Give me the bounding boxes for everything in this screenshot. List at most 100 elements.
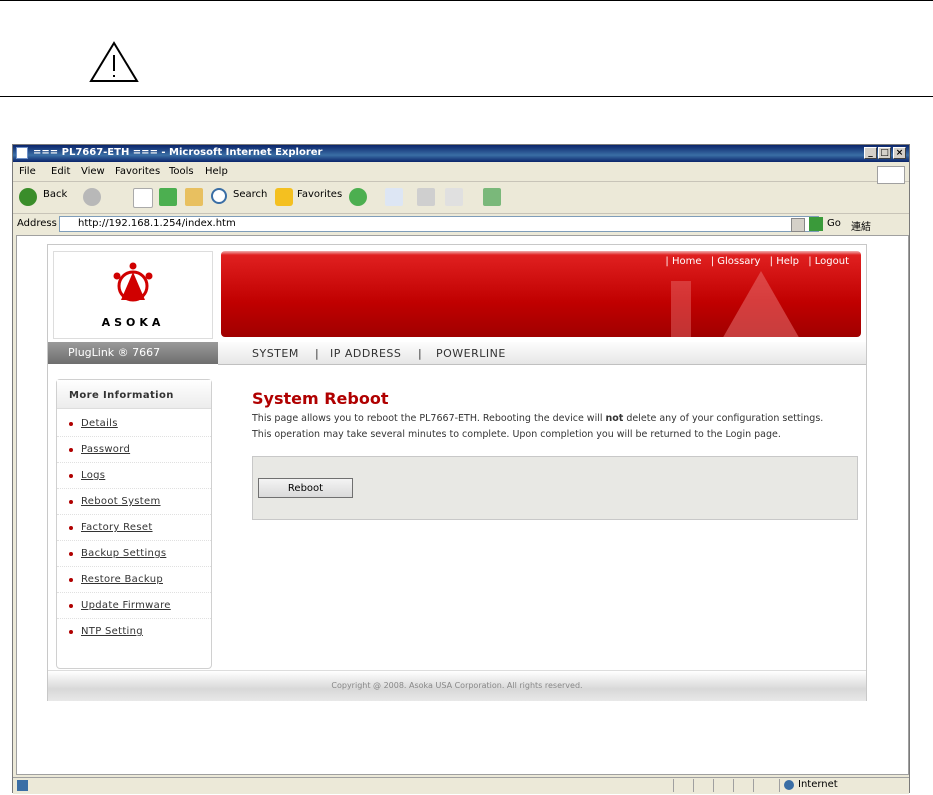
bullet-icon <box>69 526 73 530</box>
go-button[interactable]: Go <box>827 218 841 229</box>
close-button[interactable]: × <box>893 147 906 159</box>
ie-icon <box>16 147 28 159</box>
address-url: http://192.168.1.254/index.htm <box>78 218 236 229</box>
print-icon[interactable] <box>417 188 435 206</box>
status-bar: Internet <box>13 777 909 794</box>
page-title: System Reboot <box>252 389 389 408</box>
stop-icon[interactable] <box>133 188 153 208</box>
sidebar-item-details[interactable]: Details <box>57 410 211 437</box>
back-arrow-icon[interactable] <box>19 188 37 206</box>
nav-separator: | <box>315 347 320 360</box>
mail-icon[interactable] <box>385 188 403 206</box>
menu-edit[interactable]: Edit <box>51 166 70 177</box>
sidebar-item-update-firmware[interactable]: Update Firmware <box>57 592 211 619</box>
edit-icon[interactable] <box>445 188 463 206</box>
history-icon[interactable] <box>349 188 367 206</box>
nav-powerline[interactable]: POWERLINE <box>436 347 506 360</box>
sidebar-link[interactable]: Reboot System <box>81 496 161 507</box>
zone-cell: Internet <box>779 779 906 792</box>
bullet-icon <box>69 422 73 426</box>
banner-watermark <box>671 271 799 337</box>
search-button[interactable]: Search <box>233 189 267 200</box>
product-bar: PlugLink ® 7667 <box>48 342 218 364</box>
status-cell <box>693 779 714 792</box>
links-label[interactable]: 連結 <box>851 218 871 233</box>
menu-bar: File Edit View Favorites Tools Help <box>13 163 909 184</box>
menu-favorites[interactable]: Favorites <box>115 166 160 177</box>
sidebar-item-ntp-setting[interactable]: NTP Setting <box>57 618 211 644</box>
nav-system[interactable]: SYSTEM <box>252 347 299 360</box>
sidebar-item-factory-reset[interactable]: Factory Reset <box>57 514 211 541</box>
address-bar: Address http://192.168.1.254/index.htm G… <box>13 214 909 234</box>
sidebar-item-password[interactable]: Password <box>57 436 211 463</box>
sidebar-item-backup-settings[interactable]: Backup Settings <box>57 540 211 567</box>
sidebar-heading-text: More Information <box>69 390 174 401</box>
asoka-logo-icon <box>113 262 153 302</box>
bottom-rule <box>0 96 933 97</box>
maximize-button[interactable]: □ <box>878 147 891 159</box>
sidebar-link[interactable]: Factory Reset <box>81 522 153 533</box>
sidebar-item-restore-backup[interactable]: Restore Backup <box>57 566 211 593</box>
bullet-icon <box>69 448 73 452</box>
page-description: This page allows you to reboot the PL766… <box>252 411 862 443</box>
sidebar-item-logs[interactable]: Logs <box>57 462 211 489</box>
description-bold: not <box>605 413 624 424</box>
top-link-logout[interactable]: | Logout <box>808 256 849 267</box>
status-cell <box>673 779 694 792</box>
sidebar-link[interactable]: Backup Settings <box>81 548 166 559</box>
menu-file[interactable]: File <box>19 166 36 177</box>
product-label: PlugLink ® 7667 <box>68 346 161 359</box>
copyright-text: Copyright @ 2008. Asoka USA Corporation.… <box>331 681 583 690</box>
reboot-panel: Reboot <box>252 456 858 520</box>
nav-ip-address[interactable]: IP ADDRESS <box>330 347 401 360</box>
top-link-help[interactable]: | Help <box>770 256 799 267</box>
sidebar-link[interactable]: Update Firmware <box>81 600 171 611</box>
zone-label: Internet <box>798 779 838 790</box>
search-icon[interactable] <box>211 188 227 204</box>
menu-help[interactable]: Help <box>205 166 228 177</box>
top-links: | Home | Glossary | Help | Logout <box>659 256 849 267</box>
sidebar-heading: More Information <box>57 380 211 409</box>
ie-window: === PL7667-ETH === - Microsoft Internet … <box>12 144 910 794</box>
globe-icon <box>784 780 794 790</box>
minimize-button[interactable]: _ <box>864 147 877 159</box>
menu-view[interactable]: View <box>81 166 105 177</box>
sidebar-link[interactable]: Password <box>81 444 130 455</box>
description-text-end: delete any of your configuration setting… <box>623 413 824 424</box>
messenger-icon[interactable] <box>483 188 501 206</box>
status-cell <box>733 779 754 792</box>
sidebar-link[interactable]: Logs <box>81 470 105 481</box>
forward-arrow-icon[interactable] <box>83 188 101 206</box>
browser-content: ASOKA | Home | Glossary | Help | Logout … <box>16 235 909 775</box>
top-link-home[interactable]: | Home <box>665 256 701 267</box>
home-icon[interactable] <box>185 188 203 206</box>
warning-icon <box>89 41 139 82</box>
sidebar-link[interactable]: Details <box>81 418 118 429</box>
top-rule <box>0 0 933 1</box>
asoka-logo-text: ASOKA <box>101 316 165 329</box>
title-bar: === PL7667-ETH === - Microsoft Internet … <box>13 145 909 162</box>
address-label: Address <box>17 218 57 229</box>
bullet-icon <box>69 474 73 478</box>
back-button[interactable]: Back <box>43 189 67 200</box>
sidebar-link[interactable]: NTP Setting <box>81 626 143 637</box>
reboot-button[interactable]: Reboot <box>258 478 353 498</box>
menu-tools[interactable]: Tools <box>169 166 194 177</box>
sidebar-item-reboot-system[interactable]: Reboot System <box>57 488 211 515</box>
bullet-icon <box>69 604 73 608</box>
sidebar: More Information Details Password Logs R… <box>56 379 212 669</box>
status-cell <box>753 779 774 792</box>
bullet-icon <box>69 552 73 556</box>
sidebar-link[interactable]: Restore Backup <box>81 574 163 585</box>
top-link-glossary[interactable]: | Glossary <box>711 256 761 267</box>
refresh-icon[interactable] <box>159 188 177 206</box>
favorites-button[interactable]: Favorites <box>297 189 342 200</box>
address-input[interactable]: http://192.168.1.254/index.htm <box>59 216 819 232</box>
description-line2: This operation may take several minutes … <box>252 429 781 440</box>
main-nav: SYSTEM | IP ADDRESS | POWERLINE <box>218 342 866 365</box>
address-dropdown-icon[interactable] <box>791 218 805 232</box>
toolbar: Back Search Favorites <box>13 182 909 214</box>
header-banner: | Home | Glossary | Help | Logout <box>221 251 861 337</box>
go-arrow-icon[interactable] <box>809 217 823 231</box>
favorites-star-icon[interactable] <box>275 188 293 206</box>
